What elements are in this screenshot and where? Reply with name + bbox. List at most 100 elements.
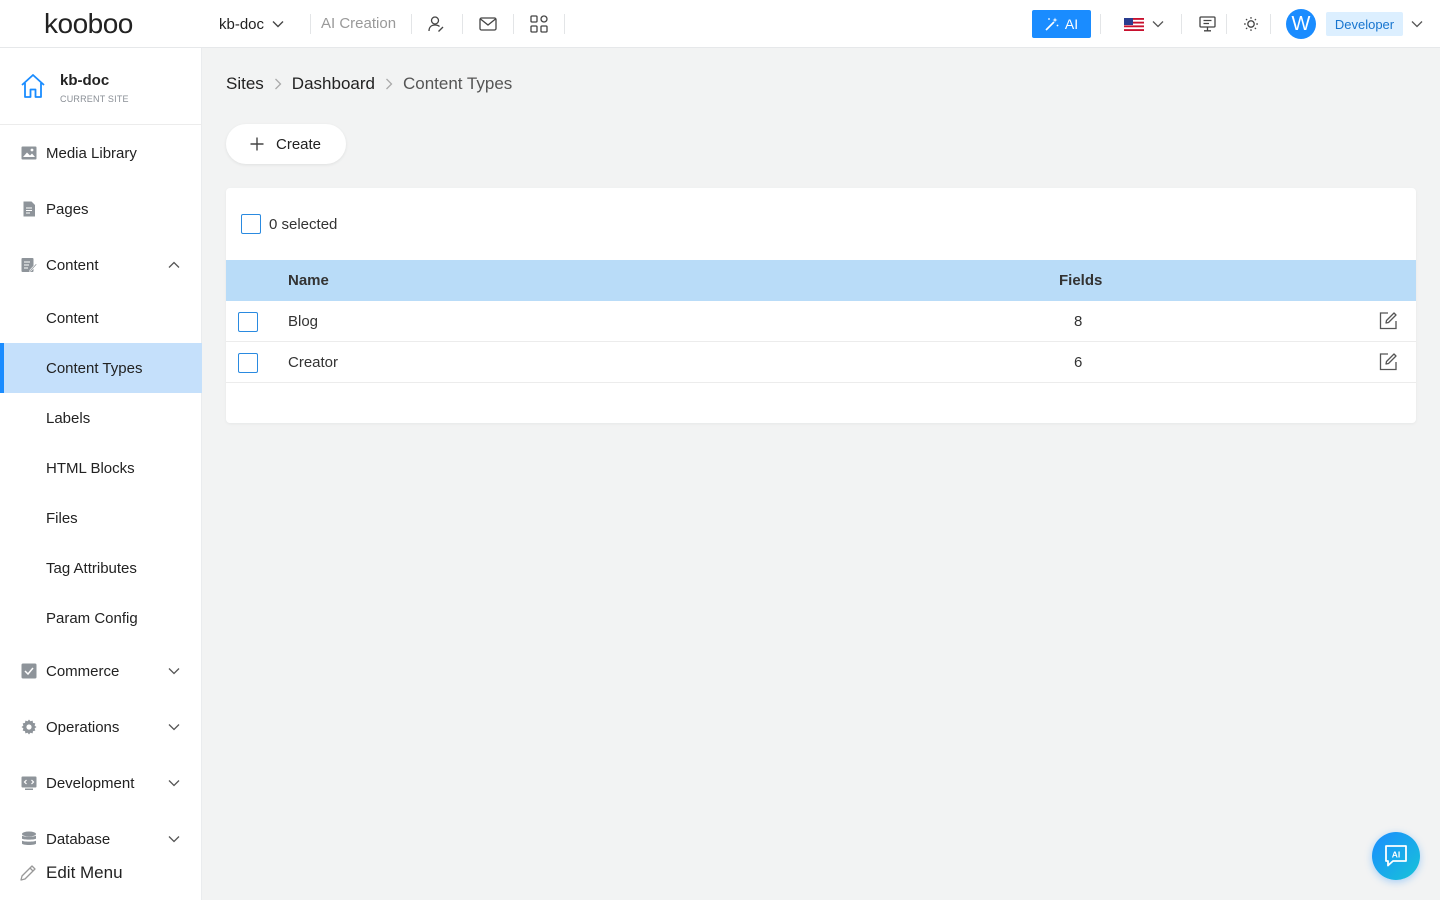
avatar[interactable]: W bbox=[1286, 9, 1316, 39]
sidebar-item-operations[interactable]: Operations bbox=[0, 702, 202, 752]
divider bbox=[310, 14, 311, 34]
user-settings-icon[interactable] bbox=[426, 14, 446, 34]
edit-menu-label: Edit Menu bbox=[46, 863, 123, 882]
kooboo-logo[interactable]: kooboo bbox=[44, 9, 160, 39]
current-site-name: kb-doc bbox=[60, 72, 110, 89]
sidebar-item-label: Operations bbox=[46, 718, 120, 736]
sidebar-item-database[interactable]: Database bbox=[0, 814, 202, 864]
sidebar-item-label: Content bbox=[46, 256, 99, 274]
chevron-down-icon[interactable] bbox=[1152, 20, 1164, 28]
plus-icon bbox=[250, 137, 264, 151]
svg-text:AI: AI bbox=[1392, 850, 1401, 860]
chevron-up-icon bbox=[168, 261, 180, 268]
divider bbox=[1226, 14, 1227, 34]
ai-button[interactable]: AI bbox=[1032, 10, 1091, 38]
create-button[interactable]: Create bbox=[226, 124, 346, 164]
commerce-icon bbox=[21, 663, 37, 679]
create-button-label: Create bbox=[276, 135, 322, 153]
sidebar-item-label: Labels bbox=[46, 409, 91, 427]
sidebar-subitem-content[interactable]: Content bbox=[0, 293, 202, 343]
apps-grid-icon[interactable] bbox=[529, 14, 549, 34]
sidebar: kb-doc CURRENT SITE Media Library Pages … bbox=[0, 48, 202, 900]
content-types-table: 0 selected Name Fields Blog 8 Creator 6 bbox=[226, 188, 1416, 423]
sidebar-item-label: Pages bbox=[46, 200, 89, 218]
site-selector[interactable]: kb-doc bbox=[202, 0, 284, 48]
edit-icon[interactable] bbox=[1378, 352, 1398, 372]
ai-button-label: AI bbox=[1064, 16, 1079, 32]
magic-wand-icon bbox=[1045, 17, 1059, 31]
current-site-caption: CURRENT SITE bbox=[60, 94, 129, 104]
row-checkbox[interactable] bbox=[238, 312, 258, 332]
breadcrumb-current: Content Types bbox=[402, 74, 513, 93]
content-icon bbox=[21, 258, 37, 272]
page-icon bbox=[23, 201, 35, 217]
sidebar-item-label: Commerce bbox=[46, 662, 120, 680]
mail-icon[interactable] bbox=[478, 14, 498, 34]
sidebar-item-label: Development bbox=[46, 774, 135, 792]
sidebar-subitem-labels[interactable]: Labels bbox=[0, 393, 202, 443]
image-icon bbox=[21, 146, 37, 160]
theme-sun-icon[interactable] bbox=[1241, 14, 1261, 34]
breadcrumb-sites[interactable]: Sites bbox=[226, 74, 264, 94]
cell-name[interactable]: Creator bbox=[288, 354, 338, 371]
column-header-fields[interactable]: Fields bbox=[1059, 272, 1102, 289]
us-flag-icon[interactable] bbox=[1124, 18, 1144, 31]
column-header-name[interactable]: Name bbox=[288, 272, 329, 289]
sidebar-item-label: Database bbox=[46, 830, 111, 848]
edit-icon[interactable] bbox=[1378, 311, 1398, 331]
chevron-down-icon bbox=[168, 836, 180, 843]
sidebar-item-label: Files bbox=[46, 509, 78, 527]
ai-chat-icon: AI bbox=[1385, 845, 1407, 867]
sidebar-item-label: HTML Blocks bbox=[46, 459, 135, 477]
svg-text:kooboo: kooboo bbox=[44, 9, 133, 39]
sidebar-item-label: Media Library bbox=[46, 144, 137, 162]
sidebar-item-label: Content bbox=[46, 309, 99, 327]
ai-chat-button[interactable]: AI bbox=[1372, 832, 1420, 880]
cell-name[interactable]: Blog bbox=[288, 313, 318, 330]
sidebar-subitem-tag-attributes[interactable]: Tag Attributes bbox=[0, 543, 202, 593]
table-row[interactable]: Creator 6 bbox=[226, 342, 1416, 383]
cell-fields: 6 bbox=[1074, 354, 1083, 371]
sidebar-item-label: Tag Attributes bbox=[46, 559, 137, 577]
divider bbox=[564, 14, 565, 34]
chevron-down-icon bbox=[168, 724, 180, 731]
chevron-right-icon bbox=[274, 78, 282, 90]
role-badge[interactable]: Developer bbox=[1326, 12, 1403, 36]
database-icon bbox=[22, 831, 36, 845]
preview-screen-icon[interactable] bbox=[1197, 14, 1217, 34]
chevron-down-icon bbox=[168, 668, 180, 675]
breadcrumb-dashboard[interactable]: Dashboard bbox=[292, 74, 375, 94]
chevron-down-icon bbox=[168, 780, 180, 787]
ai-creation-link[interactable]: AI Creation bbox=[321, 15, 396, 32]
home-icon bbox=[21, 74, 45, 98]
sidebar-subitem-files[interactable]: Files bbox=[0, 493, 202, 543]
pencil-icon bbox=[20, 865, 36, 881]
sidebar-subitem-param-config[interactable]: Param Config bbox=[0, 593, 202, 643]
divider bbox=[462, 14, 463, 34]
chevron-down-icon[interactable] bbox=[1411, 20, 1423, 28]
sidebar-item-commerce[interactable]: Commerce bbox=[0, 646, 202, 696]
cell-fields: 8 bbox=[1074, 313, 1083, 330]
sidebar-item-content[interactable]: Content bbox=[0, 240, 202, 290]
chevron-down-icon bbox=[272, 21, 284, 28]
sidebar-item-label: Content Types bbox=[46, 359, 143, 377]
divider bbox=[411, 14, 412, 34]
selection-summary: 0 selected bbox=[241, 214, 337, 234]
site-selector-label: kb-doc bbox=[219, 15, 265, 33]
sidebar-subitem-html-blocks[interactable]: HTML Blocks bbox=[0, 443, 202, 493]
table-row[interactable]: Blog 8 bbox=[226, 301, 1416, 342]
divider bbox=[513, 14, 514, 34]
sidebar-item-pages[interactable]: Pages bbox=[0, 184, 202, 234]
sidebar-item-development[interactable]: Development bbox=[0, 758, 202, 808]
gear-icon bbox=[21, 719, 37, 735]
sidebar-subitem-content-types[interactable]: Content Types bbox=[0, 343, 202, 393]
divider bbox=[1100, 14, 1101, 34]
select-all-checkbox[interactable] bbox=[241, 214, 261, 234]
selected-count: 0 selected bbox=[269, 215, 338, 233]
edit-menu-button[interactable]: Edit Menu bbox=[18, 862, 123, 884]
sidebar-item-label: Param Config bbox=[46, 609, 138, 627]
current-site-panel[interactable]: kb-doc CURRENT SITE bbox=[0, 48, 202, 125]
divider bbox=[1270, 14, 1271, 34]
sidebar-item-media-library[interactable]: Media Library bbox=[0, 128, 202, 178]
row-checkbox[interactable] bbox=[238, 353, 258, 373]
